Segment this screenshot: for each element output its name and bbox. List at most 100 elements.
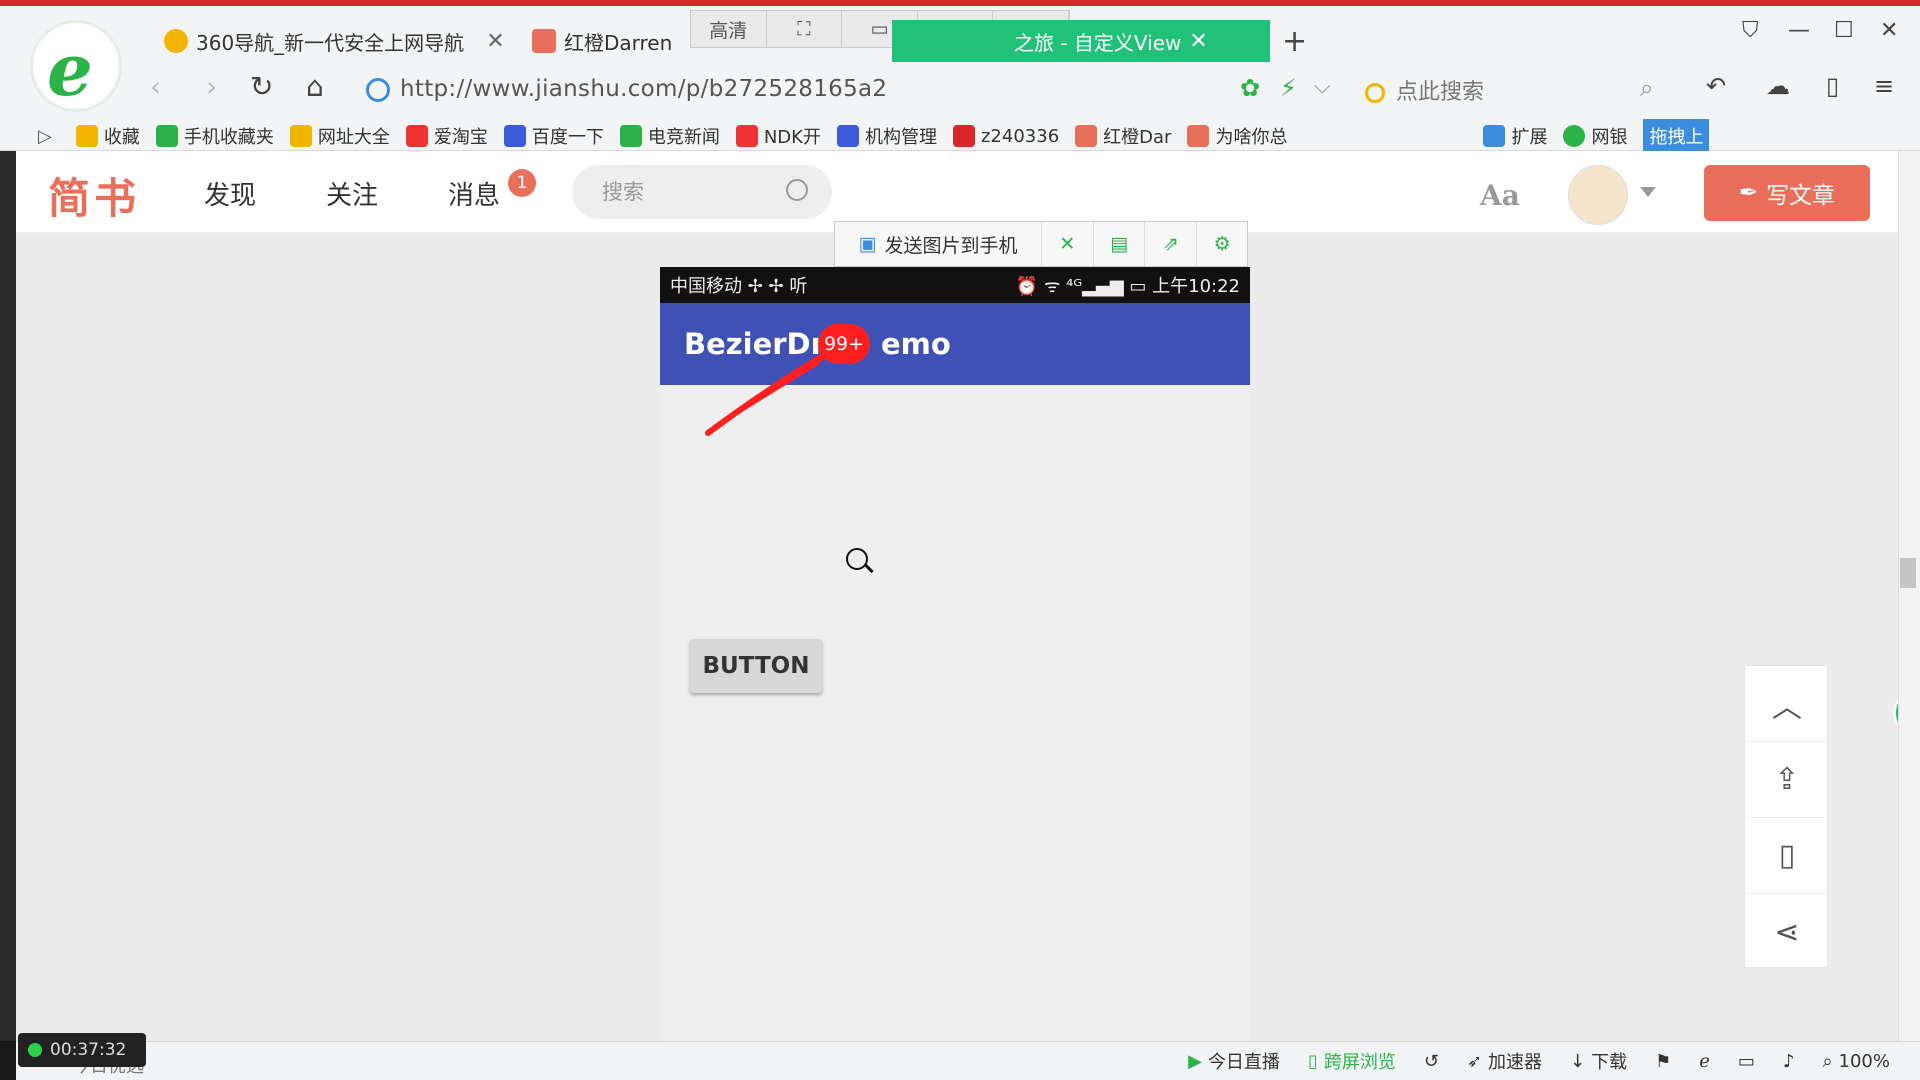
bookmark-toggle-icon[interactable]: ▷ (38, 126, 52, 147)
phone-icon: ▯ (1307, 1050, 1318, 1072)
green-leaf-icon[interactable]: ✿ (1240, 74, 1260, 102)
new-tab-button[interactable]: + (1282, 24, 1307, 59)
bookmark-item[interactable]: 为啥你总 (1187, 123, 1287, 149)
scrollbar-thumb[interactable] (1900, 558, 1916, 588)
tab-active[interactable]: 之旅 - 自定义View ✕ (892, 20, 1270, 62)
cross-screen-button[interactable]: ▯ 跨屏浏览 (1308, 1048, 1396, 1074)
minimize-icon[interactable]: — (1788, 18, 1810, 43)
download-button[interactable]: ↓ 下载 (1570, 1048, 1627, 1074)
ie-icon[interactable]: ℯ (1699, 1051, 1710, 1072)
undo-icon[interactable]: ↶ (1706, 72, 1726, 100)
chevron-up-icon[interactable]: ︿ (1745, 666, 1829, 742)
bookmark-item[interactable]: 手机收藏夹 (155, 123, 274, 149)
tab-darren[interactable]: 红橙Darren (520, 18, 684, 64)
history-icon[interactable]: ↺ (1424, 1051, 1439, 1072)
reload-icon[interactable]: ↻ (250, 70, 273, 103)
write-label: 写文章 (1766, 183, 1836, 209)
search-icon[interactable]: ⌕ (1640, 74, 1653, 102)
bookmark-favicon-icon (1187, 125, 1210, 147)
tab-label: 360导航_新一代安全上网导航 (196, 30, 465, 55)
left-edge-strip (0, 151, 16, 1041)
upload-icon[interactable]: ⇪ (1745, 742, 1829, 818)
bookmarks-bar: ▷ 收藏 手机收藏夹 网址大全 爱淘宝 百度一下 电竞新闻 NDK开 机构管理 z240336 红… (0, 116, 1920, 156)
rec-quality-button[interactable]: 高清 (691, 11, 767, 47)
nav-follow[interactable]: 关注 (326, 175, 378, 212)
url-field[interactable]: http://www.jianshu.com/p/b272528165a2 (400, 76, 887, 102)
flag-icon[interactable]: ⚑ (1655, 1051, 1671, 1072)
live-today-label: 今日直播 (1207, 1052, 1280, 1073)
bookmark-item[interactable]: NDK开 (735, 123, 821, 149)
forward-icon[interactable]: › (206, 70, 217, 103)
site-logo[interactable]: 简书 (48, 165, 140, 226)
tab-label: 红橙Darren (564, 30, 673, 55)
netbank-button[interactable]: 网银 (1563, 123, 1627, 149)
menu-icon[interactable]: ≡ (1874, 72, 1894, 100)
extensions-button[interactable]: 扩展 (1483, 123, 1547, 149)
skin-icon[interactable]: ⛉ (1742, 18, 1759, 43)
gear-icon[interactable]: ⚙ (1197, 222, 1247, 266)
bookmark-item[interactable]: 收藏 (75, 123, 140, 149)
tab-label: 之旅 - 自定义View (1014, 30, 1182, 55)
maximize-icon[interactable]: ☐ (1834, 18, 1854, 43)
share-icon[interactable]: ⋖ (1745, 894, 1829, 970)
play-icon: ▶ (1188, 1050, 1202, 1072)
back-icon[interactable]: ‹ (150, 70, 161, 103)
browser-status-bar: ▶ 今日直播 ▯ 跨屏浏览 ↺ ➶ 加速器 ↓ 下载 ⚑ ℯ ▭ ♪ ⌕ 100% (16, 1041, 1920, 1080)
nav-discover[interactable]: 发现 (204, 175, 256, 212)
unread-badge[interactable]: 99+ (818, 324, 870, 364)
android-button[interactable]: BUTTON (690, 639, 822, 693)
bookmark-label: z240336 (980, 125, 1060, 147)
bookmark-label: NDK开 (763, 127, 821, 148)
page-scrollbar[interactable] (1898, 151, 1920, 1041)
shield-icon (1563, 125, 1586, 147)
dropdown-icon[interactable]: ⌵ (1314, 74, 1331, 99)
site-security-icon (366, 78, 390, 102)
side-actions-panel: ︿ ⇪ ▯ ⋖ (1744, 665, 1829, 970)
search-icon[interactable] (786, 179, 808, 201)
bookmark-item[interactable]: 百度一下 (503, 123, 604, 149)
expand-icon[interactable]: ✕ (1042, 222, 1094, 266)
bookmark-item[interactable]: z240336 (952, 125, 1060, 147)
browser-search-placeholder: 点此搜索 (1396, 80, 1485, 105)
timer-text: 00:37:32 (50, 1040, 127, 1060)
lightning-icon[interactable]: ⚡ (1280, 74, 1297, 102)
bookmark-favicon-icon (735, 125, 758, 147)
avatar[interactable] (1568, 165, 1628, 225)
recording-timer: 00:37:32 (18, 1033, 146, 1067)
rec-region-button[interactable]: ⛶ (767, 11, 843, 47)
download-label: 下载 (1591, 1052, 1628, 1073)
share-icon[interactable]: ⇗ (1145, 222, 1198, 266)
bookmark-icon[interactable]: ▯ (1745, 818, 1829, 894)
home-icon[interactable]: ⌂ (306, 70, 324, 103)
chevron-down-icon[interactable] (1640, 187, 1656, 197)
bookmark-favicon-icon (405, 125, 428, 147)
bezier-drag-line (705, 350, 831, 436)
accelerator-button[interactable]: ➶ 加速器 (1467, 1048, 1542, 1074)
close-window-icon[interactable]: ✕ (1880, 18, 1898, 43)
close-icon[interactable]: ✕ (1189, 29, 1207, 54)
bookmark-item[interactable]: 爱淘宝 (405, 123, 488, 149)
tab-360[interactable]: 360导航_新一代安全上网导航 ✕ (152, 18, 517, 64)
bookmark-item[interactable]: 网址大全 (289, 123, 390, 149)
save-icon[interactable]: ▤ (1094, 222, 1146, 266)
bookmark-item[interactable]: 电竞新闻 (619, 123, 720, 149)
cloud-icon[interactable]: ☁ (1766, 72, 1790, 100)
bookmark-favicon-icon (503, 125, 526, 147)
recording-dot-icon (28, 1043, 42, 1057)
drag-button[interactable]: 拖拽上 (1643, 119, 1710, 153)
tablet-icon[interactable]: ▯ (1826, 72, 1839, 100)
volume-icon[interactable]: ♪ (1783, 1051, 1795, 1072)
write-article-button[interactable]: ✒ 写文章 (1704, 165, 1870, 221)
bookmark-label: 为啥你总 (1215, 127, 1288, 148)
send-to-phone-button[interactable]: ▣ 发送图片到手机 (835, 222, 1042, 266)
bookmark-item[interactable]: 机构管理 (836, 123, 937, 149)
nav-messages[interactable]: 消息 (448, 175, 500, 212)
bookmark-item[interactable]: 红橙Dar (1075, 123, 1171, 149)
download-icon: ↓ (1570, 1050, 1586, 1072)
font-settings-button[interactable]: Aa (1480, 179, 1520, 212)
close-icon[interactable]: ✕ (486, 29, 504, 54)
live-today-button[interactable]: ▶ 今日直播 (1188, 1048, 1280, 1074)
zoom-control[interactable]: ⌕ 100% (1822, 1051, 1890, 1072)
browser-search-field[interactable]: 点此搜索 (1365, 74, 1665, 108)
window-icon[interactable]: ▭ (1738, 1051, 1755, 1072)
